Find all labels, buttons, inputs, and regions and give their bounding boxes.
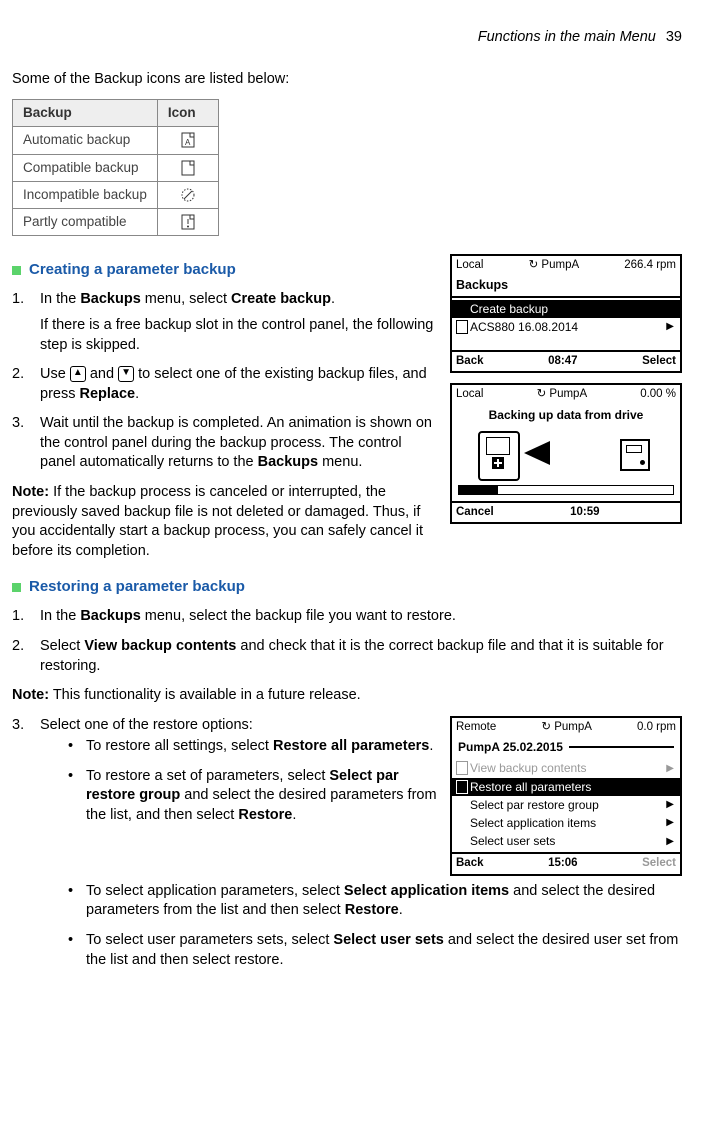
- page-header: Functions in the main Menu 39: [12, 28, 682, 48]
- doc-icon: [456, 780, 468, 794]
- lcd-item-user-sets[interactable]: Select user sets▶: [452, 832, 680, 850]
- restore-opt-1: To restore all settings, select Restore …: [68, 737, 438, 757]
- chevron-right-icon: ▶: [666, 320, 674, 334]
- cell-label: Incompatible backup: [13, 181, 158, 208]
- restore-opt-4: To select user parameters sets, select S…: [68, 931, 682, 970]
- restore-step-1: In the Backups menu, select the backup f…: [12, 607, 682, 627]
- lcd-value: 0.0 rpm: [637, 720, 676, 736]
- lcd-backing-up-screen: Local ↻ PumpA 0.00 % Backing up data fro…: [450, 383, 682, 524]
- doc-blank-icon: [181, 160, 195, 176]
- lcd-mode: Local: [456, 387, 484, 403]
- lcd-softkey-select[interactable]: Select: [642, 354, 676, 370]
- table-row: Incompatible backup: [13, 181, 219, 208]
- bullet-square-icon: [12, 583, 21, 592]
- lcd-item-create-backup[interactable]: Create backup: [452, 300, 680, 318]
- cell-label: Partly compatible: [13, 209, 158, 236]
- step-1-note: If there is a free backup slot in the co…: [40, 316, 438, 355]
- lcd-softkey-back[interactable]: Back: [456, 856, 484, 872]
- restore-step-2: Select View backup contents and check th…: [12, 637, 682, 676]
- restore-opt-3: To select application parameters, select…: [68, 882, 682, 921]
- table-row: Automatic backup A: [13, 127, 219, 154]
- lcd-time: 15:06: [484, 856, 643, 872]
- lcd-mode: Remote: [456, 720, 496, 736]
- lcd-time: 08:47: [484, 354, 643, 370]
- lcd-value: 266.4 rpm: [624, 258, 676, 274]
- lcd-softkey-cancel[interactable]: Cancel: [456, 505, 494, 521]
- th-icon: Icon: [157, 100, 218, 127]
- svg-text:A: A: [185, 138, 191, 147]
- lcd-time: 10:59: [494, 505, 676, 521]
- down-key-icon: ▼: [118, 366, 134, 382]
- bullet-square-icon: [12, 266, 21, 275]
- chevron-right-icon: ▶: [666, 835, 674, 849]
- lcd-pump: PumpA: [541, 259, 579, 271]
- chevron-right-icon: ▶: [666, 798, 674, 812]
- header-title: Functions in the main Menu: [478, 29, 656, 45]
- backup-icons-table: Backup Icon Automatic backup A Compatibl…: [12, 99, 219, 236]
- doc-icon: [456, 320, 468, 334]
- lcd-backups-screen: Local ↻ PumpA 266.4 rpm Backups Create b…: [450, 254, 682, 373]
- restore-step-3: Select one of the restore options: To re…: [12, 716, 682, 970]
- doc-a-icon: A: [181, 132, 195, 148]
- restore-opt-2: To restore a set of parameters, select S…: [68, 767, 438, 826]
- lcd-item-app-items[interactable]: Select application items▶: [452, 814, 680, 832]
- lcd-item-backup-file[interactable]: ACS880 16.08.2014▶: [452, 318, 680, 336]
- intro-text: Some of the Backup icons are listed belo…: [12, 70, 682, 90]
- lcd-pump: PumpA: [554, 721, 592, 733]
- doc-exclaim-icon: [181, 214, 195, 230]
- lcd-message: Backing up data from drive: [452, 405, 680, 427]
- table-row: Compatible backup: [13, 154, 219, 181]
- doc-crossed-icon: [180, 187, 196, 203]
- lcd-title: PumpA 25.02.2015: [458, 739, 563, 755]
- note-2: Note: This functionality is available in…: [12, 686, 682, 706]
- cell-label: Automatic backup: [13, 127, 158, 154]
- chevron-right-icon: ▶: [666, 816, 674, 830]
- progress-bar: [458, 485, 674, 495]
- note-1: Note: If the backup process is canceled …: [12, 483, 438, 561]
- panel-icon: [478, 431, 520, 481]
- up-key-icon: ▲: [70, 366, 86, 382]
- table-row: Partly compatible: [13, 209, 219, 236]
- lcd-value: 0.00 %: [640, 387, 676, 403]
- arrow-left-icon: [524, 441, 550, 465]
- table-header-row: Backup Icon: [13, 100, 219, 127]
- lcd-restore-screen: Remote ↻ PumpA 0.0 rpm PumpA 25.02.2015 …: [450, 716, 682, 876]
- drive-icon: [620, 439, 650, 471]
- lcd-softkey-select[interactable]: Select: [642, 856, 676, 872]
- cell-label: Compatible backup: [13, 154, 158, 181]
- section-creating-backup: Creating a parameter backup: [12, 260, 438, 280]
- step-1: In the Backups menu, select Create backu…: [12, 290, 438, 355]
- page-number: 39: [666, 29, 682, 45]
- lcd-item-restore-group[interactable]: Select par restore group▶: [452, 796, 680, 814]
- lcd-pump: PumpA: [549, 388, 587, 400]
- th-backup: Backup: [13, 100, 158, 127]
- lcd-item-view-contents[interactable]: View backup contents▶: [452, 759, 680, 777]
- step-3: Wait until the backup is completed. An a…: [12, 414, 438, 473]
- lcd-mode: Local: [456, 258, 484, 274]
- lcd-title: Backups: [452, 276, 680, 298]
- chevron-right-icon: ▶: [666, 762, 674, 776]
- lcd-item-restore-all[interactable]: Restore all parameters: [452, 778, 680, 796]
- lcd-softkey-back[interactable]: Back: [456, 354, 484, 370]
- section-restoring-backup: Restoring a parameter backup: [12, 577, 682, 597]
- step-2: Use ▲ and ▼ to select one of the existin…: [12, 365, 438, 404]
- doc-icon: [456, 761, 468, 775]
